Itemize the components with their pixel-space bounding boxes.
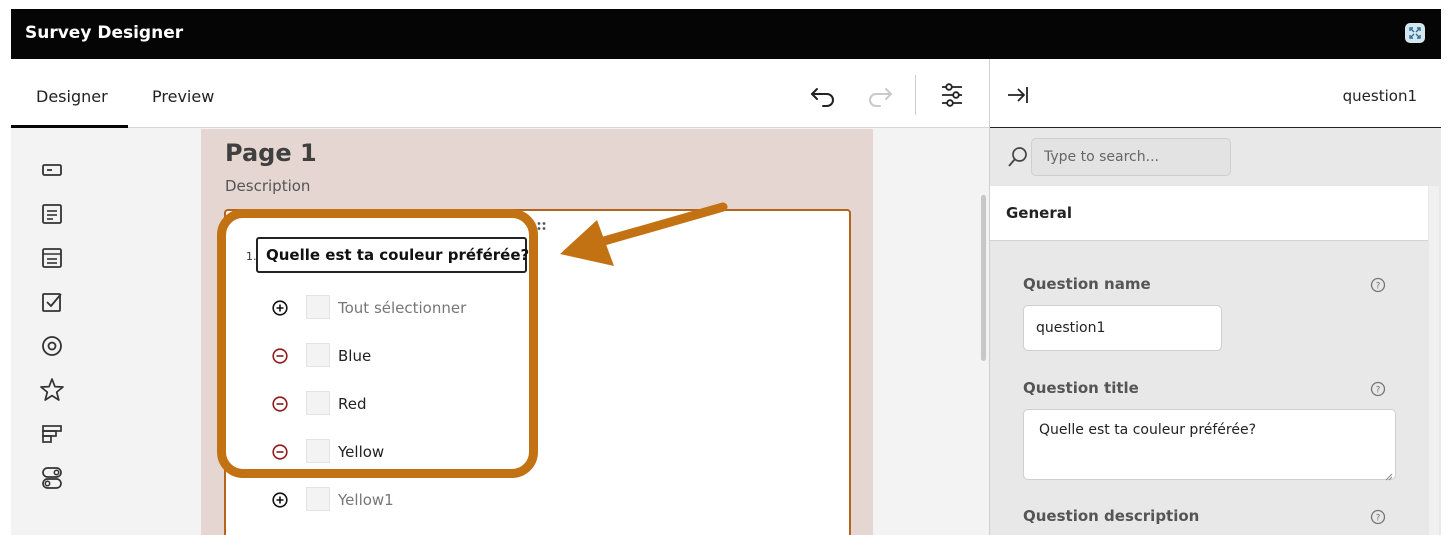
search-input[interactable]	[1031, 138, 1231, 176]
property-search	[990, 128, 1441, 186]
question-description-label: Question description	[1023, 507, 1200, 525]
choice-new: Yellow1	[272, 487, 572, 513]
ranking-icon[interactable]	[39, 421, 65, 447]
title-bar: Survey Designer	[11, 9, 1441, 59]
toolbar-separator	[915, 75, 916, 115]
comment-icon[interactable]	[39, 245, 65, 271]
remove-choice-icon[interactable]	[272, 444, 288, 460]
redo-button[interactable]	[865, 81, 895, 109]
svg-text:?: ?	[1376, 386, 1381, 396]
choice-label[interactable]: Tout sélectionner	[338, 299, 466, 317]
panel-scrollbar[interactable]	[1429, 186, 1439, 535]
choice-item: Blue	[272, 343, 572, 369]
help-icon[interactable]: ?	[1370, 277, 1386, 293]
help-icon[interactable]: ?	[1370, 381, 1386, 397]
settings-button[interactable]	[937, 81, 967, 109]
choice-select-all: Tout sélectionner	[272, 295, 572, 321]
question-number: 1.	[246, 250, 257, 263]
choice-item: Yellow	[272, 439, 572, 465]
window-title: Survey Designer	[25, 23, 184, 43]
question-title-field[interactable]: Quelle est ta couleur préférée?	[1023, 409, 1396, 481]
design-canvas: Page 1 Description 1. Quelle est ta coul…	[201, 129, 873, 535]
page-description[interactable]: Description	[225, 177, 310, 195]
choice-checkbox[interactable]	[306, 439, 330, 463]
undo-icon	[811, 88, 834, 107]
remove-choice-icon[interactable]	[272, 348, 288, 364]
question-name-label: Question name	[1023, 275, 1151, 293]
choice-label[interactable]: Red	[338, 395, 367, 413]
section-general[interactable]: General	[990, 186, 1428, 241]
tab-designer[interactable]: Designer	[36, 87, 108, 106]
help-icon[interactable]: ?	[1370, 509, 1386, 525]
choice-label[interactable]: Blue	[338, 347, 371, 365]
add-choice-icon[interactable]	[272, 492, 288, 508]
question-name-field[interactable]	[1023, 305, 1222, 351]
choice-label[interactable]: Yellow1	[338, 491, 394, 509]
selected-object-name: question1	[1342, 87, 1417, 105]
boolean-icon[interactable]	[39, 465, 65, 491]
search-icon	[1007, 146, 1029, 168]
tab-preview[interactable]: Preview	[152, 87, 214, 106]
page-title[interactable]: Page 1	[225, 139, 317, 167]
drag-handle-icon[interactable]	[531, 216, 547, 235]
undo-button[interactable]	[808, 81, 838, 109]
resize-grip-icon[interactable]	[1385, 469, 1393, 481]
radio-icon[interactable]	[39, 333, 65, 359]
remove-choice-icon[interactable]	[272, 396, 288, 412]
choice-item: Red	[272, 391, 572, 417]
property-panel-header: question1	[990, 59, 1441, 128]
expand-icon[interactable]	[1405, 23, 1425, 43]
choice-checkbox[interactable]	[306, 487, 330, 511]
svg-text:?: ?	[1376, 514, 1381, 524]
sliders-icon	[942, 83, 962, 107]
choice-checkbox[interactable]	[306, 391, 330, 415]
star-rating-icon[interactable]	[39, 377, 65, 403]
add-choice-icon[interactable]	[272, 300, 288, 316]
toolbox	[11, 129, 201, 535]
svg-text:?: ?	[1376, 282, 1381, 292]
single-line-input-icon[interactable]	[39, 157, 65, 183]
redo-icon	[869, 88, 892, 107]
choice-checkbox[interactable]	[306, 343, 330, 367]
section-title: General	[1006, 204, 1072, 222]
collapse-panel-icon[interactable]	[1006, 83, 1030, 107]
question-title-value: Quelle est ta couleur préférée?	[1039, 422, 1257, 438]
long-text-icon[interactable]	[39, 201, 65, 227]
canvas-gutter	[873, 129, 989, 535]
property-panel: question1 General Question name ? Questi…	[989, 59, 1441, 535]
designer-toolbar: Designer Preview	[11, 59, 989, 128]
choice-label[interactable]: Yellow	[338, 443, 384, 461]
checkbox-icon[interactable]	[39, 289, 65, 315]
question-title-editor[interactable]: Quelle est ta couleur préférée?	[256, 237, 529, 273]
canvas-scrollbar[interactable]	[981, 195, 986, 361]
question-card[interactable]: 1. Quelle est ta couleur préférée? Tout …	[224, 209, 851, 535]
active-tab-indicator	[11, 125, 128, 128]
choice-checkbox[interactable]	[306, 295, 330, 319]
question-title-label: Question title	[1023, 379, 1139, 397]
survey-designer-window: Survey Designer Designer Preview Page 1 …	[11, 9, 1441, 535]
